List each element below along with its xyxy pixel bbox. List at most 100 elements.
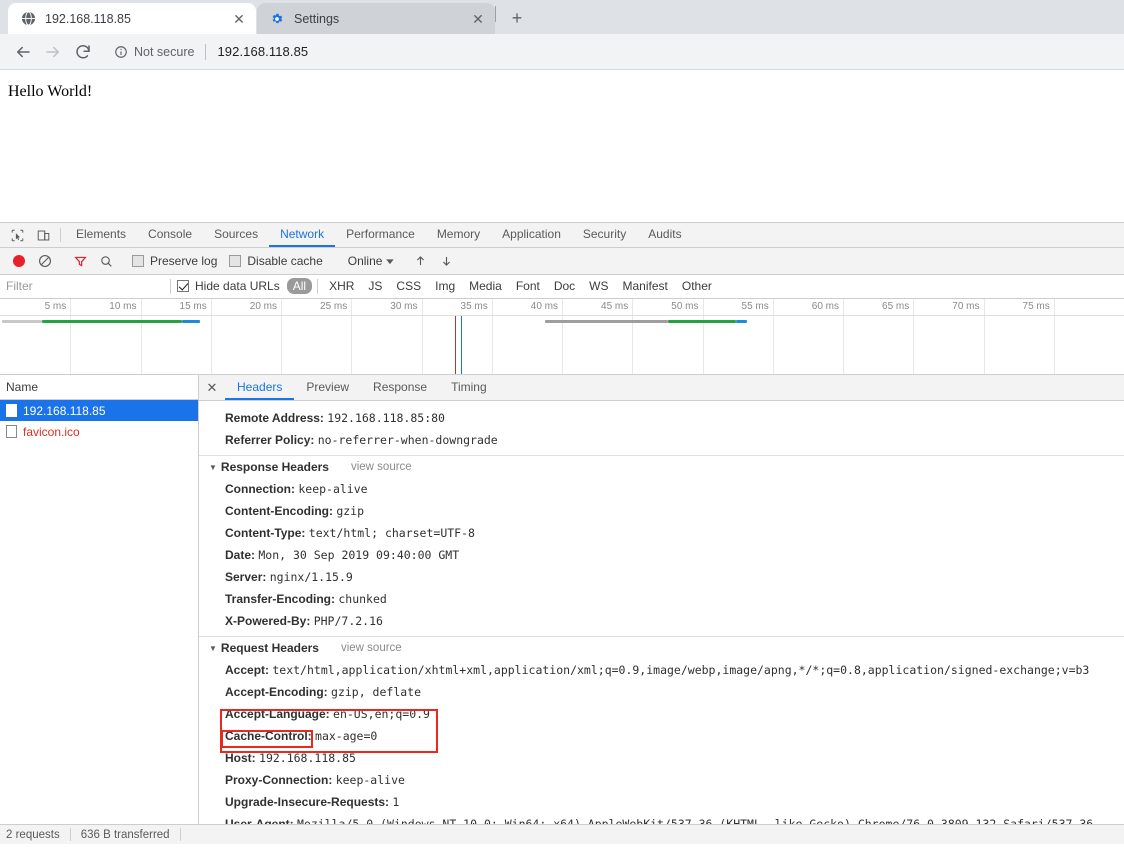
disable-cache-checkbox[interactable]: Disable cache [229,254,322,268]
devtools-panel: Elements Console Sources Network Perform… [0,222,1124,844]
search-icon[interactable] [93,255,119,268]
timeline-gridline [913,299,914,374]
resource-type-media[interactable]: Media [463,278,508,294]
header-value: keep-alive [336,773,405,787]
header-key: Content-Encoding: [225,504,333,518]
header-value: max-age=0 [315,729,377,743]
tab-preview[interactable]: Preview [294,375,361,400]
resource-type-xhr[interactable]: XHR [323,278,360,294]
header-value: 192.168.118.85:80 [327,411,445,425]
tab-response[interactable]: Response [361,375,439,400]
preserve-log-checkbox[interactable]: Preserve log [132,254,217,268]
waterfall-bar-segment [2,320,41,323]
record-button-icon[interactable] [6,255,32,267]
timeline-tick-label: 50 ms [671,301,702,312]
close-icon[interactable]: ✕ [228,8,250,30]
table-row[interactable]: 192.168.118.85 [0,400,198,421]
request-name: favicon.ico [23,425,80,439]
header-key: Referrer Policy: [225,433,314,447]
response-headers-section-title[interactable]: ▼ Response Headers view source [199,455,1124,478]
header-row: Accept-Encoding: gzip, deflate [199,681,1124,703]
tab-sources[interactable]: Sources [203,223,269,247]
filter-funnel-icon[interactable] [67,255,93,268]
table-row[interactable]: favicon.ico [0,421,198,442]
resource-type-img[interactable]: Img [429,278,461,294]
waterfall-bar-segment [42,320,183,323]
timeline-tick-label: 40 ms [531,301,562,312]
timeline-tick-label: 15 ms [180,301,211,312]
header-row: Remote Address: 192.168.118.85:80 [199,407,1124,429]
filter-input[interactable]: Filter [0,279,166,293]
browser-tab-title: Settings [294,12,467,26]
waterfall-bar-segment [736,320,747,323]
toggle-device-toolbar-icon[interactable] [30,223,56,247]
resource-type-other[interactable]: Other [676,278,718,294]
forward-button[interactable] [38,37,68,67]
tab-console[interactable]: Console [137,223,203,247]
new-tab-button[interactable]: + [503,4,531,32]
resource-type-font[interactable]: Font [510,278,546,294]
browser-tab-settings[interactable]: Settings ✕ [257,3,495,34]
tab-security[interactable]: Security [572,223,637,247]
browser-tab-active[interactable]: 192.168.118.85 ✕ [8,3,256,34]
reload-button[interactable] [68,37,98,67]
close-icon[interactable]: ✕ [467,8,489,30]
triangle-down-icon: ▼ [209,463,217,472]
clear-network-log-icon[interactable] [32,254,58,268]
tab-performance[interactable]: Performance [335,223,426,247]
request-headers-section-title[interactable]: ▼ Request Headers view source [199,636,1124,659]
devtools-main-toolbar: Elements Console Sources Network Perform… [0,223,1124,248]
waterfall-bar-segment [545,320,668,323]
timeline-gridline [492,299,493,374]
toolbar-divider [60,228,61,242]
header-value: PHP/7.2.16 [314,614,383,628]
header-key: Date: [225,548,255,562]
export-har-icon[interactable] [433,254,459,268]
tab-memory[interactable]: Memory [426,223,491,247]
waterfall-bar-segment [668,320,737,323]
resource-type-css[interactable]: CSS [390,278,427,294]
network-overview-timeline[interactable]: 5 ms10 ms15 ms20 ms25 ms30 ms35 ms40 ms4… [0,299,1124,375]
tab-network[interactable]: Network [269,223,335,247]
header-value: Mozilla/5.0 (Windows NT 10.0; Win64; x64… [297,817,1093,825]
tab-audits[interactable]: Audits [637,223,692,247]
throttling-select[interactable]: Online ▼ [348,254,395,268]
tab-timing[interactable]: Timing [439,375,499,400]
resource-type-ws[interactable]: WS [583,278,614,294]
tab-headers[interactable]: Headers [225,375,294,400]
disable-cache-label: Disable cache [247,254,322,268]
header-key: Transfer-Encoding: [225,592,335,606]
resource-type-js[interactable]: JS [362,278,388,294]
hide-data-urls-checkbox[interactable]: Hide data URLs [177,279,280,293]
header-row: Content-Type: text/html; charset=UTF-8 [199,522,1124,544]
globe-icon [20,11,36,27]
header-value: en-US,en;q=0.9 [333,707,430,721]
browser-toolbar: Not secure 192.168.118.85 [0,34,1124,70]
browser-tab-title: 192.168.118.85 [45,12,228,26]
timeline-gridline [211,299,212,374]
request-detail-panel: ✕ Headers Preview Response Timing Remote… [199,375,1124,824]
header-row: Upgrade-Insecure-Requests: 1 [199,791,1124,813]
status-divider [180,828,181,841]
request-column-header[interactable]: Name [0,375,198,400]
network-split-view: Name 192.168.118.85 favicon.ico ✕ Header… [0,375,1124,824]
timeline-tick-label: 70 ms [952,301,983,312]
status-divider [70,828,71,841]
close-icon[interactable]: ✕ [199,375,225,400]
tab-application[interactable]: Application [491,223,572,247]
header-value: text/html; charset=UTF-8 [309,526,475,540]
resource-type-manifest[interactable]: Manifest [617,278,674,294]
timeline-tick-label: 75 ms [1023,301,1054,312]
dom-content-loaded-marker [455,316,456,374]
inspect-element-icon[interactable] [4,223,30,247]
view-source-link[interactable]: view source [341,642,402,654]
import-har-icon[interactable] [407,254,433,268]
security-indicator[interactable]: Not secure [114,45,194,59]
tab-elements[interactable]: Elements [65,223,137,247]
address-bar[interactable]: Not secure 192.168.118.85 [104,39,1116,65]
header-key: Accept: [225,663,269,677]
resource-type-all[interactable]: All [287,278,312,294]
back-button[interactable] [8,37,38,67]
view-source-link[interactable]: view source [351,461,412,473]
resource-type-doc[interactable]: Doc [548,278,581,294]
